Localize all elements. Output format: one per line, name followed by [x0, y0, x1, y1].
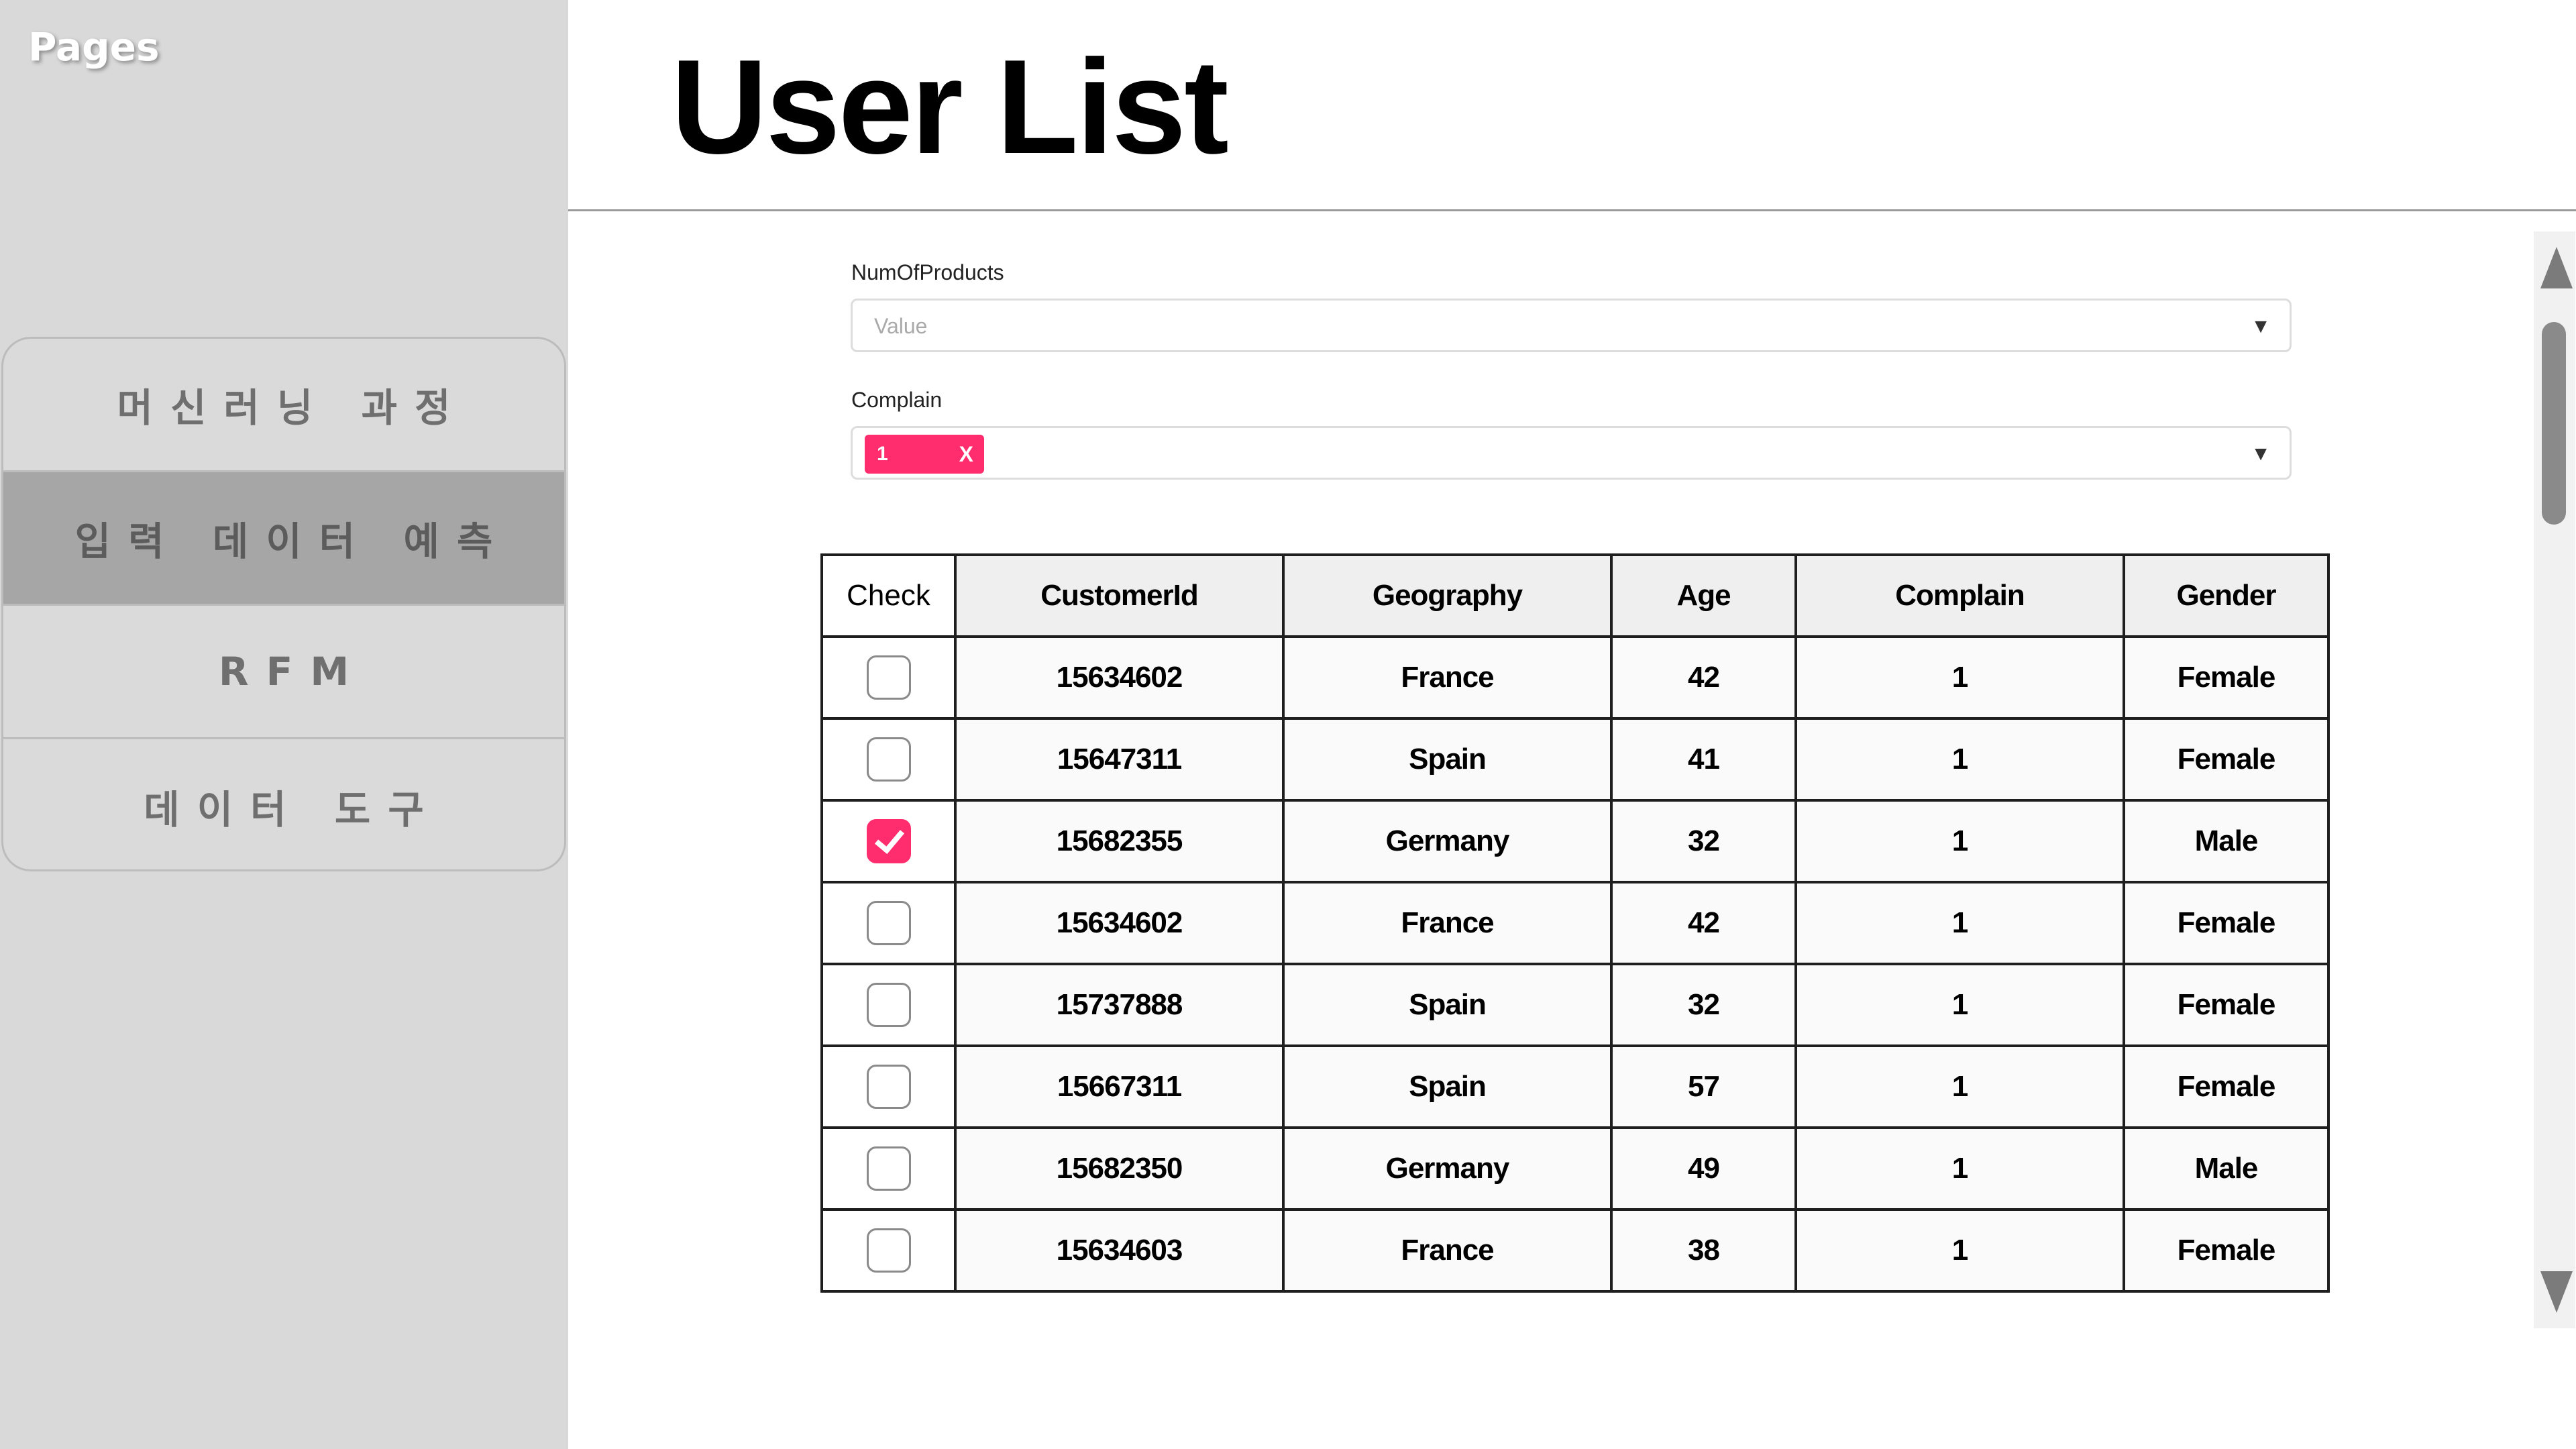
cell-check [820, 963, 957, 1047]
row-checkbox[interactable] [866, 983, 911, 1027]
cell-age: 49 [1610, 1126, 1797, 1211]
num-of-products-placeholder: Value [874, 314, 928, 338]
cell-geography: France [1282, 635, 1613, 720]
cell-age: 38 [1610, 1208, 1797, 1293]
cell-geography: Spain [1282, 963, 1613, 1047]
cell-customer-id: 15667311 [954, 1044, 1285, 1129]
cell-geography: Spain [1282, 717, 1613, 802]
sidebar-item-data-tools[interactable]: 데이터 도구 [3, 739, 564, 869]
table-row: 15647311 Spain 41 1 Female [820, 717, 2330, 802]
row-checkbox[interactable] [866, 1065, 911, 1109]
cell-age: 42 [1610, 881, 1797, 965]
row-checkbox[interactable] [866, 901, 911, 945]
user-table: Check CustomerId Geography Age Complain … [820, 553, 2330, 1293]
table-header-row: Check CustomerId Geography Age Complain … [820, 553, 2330, 638]
cell-gender: Female [2123, 963, 2330, 1047]
cell-check [820, 1208, 957, 1293]
table-row: 15737888 Spain 32 1 Female [820, 963, 2330, 1047]
sidebar-item-ml-process[interactable]: 머신러닝 과정 [3, 339, 564, 472]
row-checkbox[interactable] [866, 655, 911, 700]
column-header-gender: Gender [2123, 553, 2330, 638]
cell-age: 42 [1610, 635, 1797, 720]
column-header-age: Age [1610, 553, 1797, 638]
complain-chip-value: 1 [877, 443, 888, 465]
scroll-up-icon[interactable] [2540, 247, 2573, 288]
cell-customer-id: 15737888 [954, 963, 1285, 1047]
cell-age: 32 [1610, 963, 1797, 1047]
chevron-down-icon[interactable]: ▼ [2251, 443, 2271, 466]
num-of-products-label: NumOfProducts [851, 260, 1004, 284]
cell-check [820, 717, 957, 802]
cell-complain: 1 [1794, 717, 2125, 802]
cell-customer-id: 15682350 [954, 1126, 1285, 1211]
cell-gender: Male [2123, 1126, 2330, 1211]
cell-complain: 1 [1794, 1044, 2125, 1129]
cell-gender: Female [2123, 717, 2330, 802]
table-row: 15634603 France 38 1 Female [820, 1208, 2330, 1293]
cell-geography: France [1282, 1208, 1613, 1293]
cell-check [820, 1126, 957, 1211]
cell-geography: Spain [1282, 1044, 1613, 1129]
row-checkbox[interactable] [866, 1228, 911, 1273]
cell-geography: Germany [1282, 1126, 1613, 1211]
cell-complain: 1 [1794, 635, 2125, 720]
scroll-down-icon[interactable] [2540, 1271, 2573, 1313]
cell-age: 32 [1610, 799, 1797, 883]
cell-check [820, 799, 957, 883]
cell-complain: 1 [1794, 1208, 2125, 1293]
cell-check [820, 635, 957, 720]
table-row: 15667311 Spain 57 1 Female [820, 1044, 2330, 1129]
sidebar: Pages 머신러닝 과정 입력 데이터 예측 RFM 데이터 도구 [0, 0, 568, 1449]
cell-customer-id: 15634602 [954, 635, 1285, 720]
complain-chip: 1 X [865, 435, 984, 474]
cell-gender: Female [2123, 881, 2330, 965]
sidebar-nav: 머신러닝 과정 입력 데이터 예측 RFM 데이터 도구 [1, 337, 566, 871]
cell-complain: 1 [1794, 963, 2125, 1047]
cell-customer-id: 15647311 [954, 717, 1285, 802]
cell-age: 41 [1610, 717, 1797, 802]
num-of-products-select[interactable]: Value ▼ [851, 299, 2292, 352]
column-header-customer-id: CustomerId [954, 553, 1285, 638]
sidebar-item-input-prediction[interactable]: 입력 데이터 예측 [3, 472, 564, 606]
sidebar-item-rfm[interactable]: RFM [3, 606, 564, 739]
chip-remove-icon[interactable]: X [959, 442, 973, 467]
cell-geography: France [1282, 881, 1613, 965]
column-header-geography: Geography [1282, 553, 1613, 638]
row-checkbox[interactable] [866, 1146, 911, 1191]
column-header-check: Check [820, 553, 957, 638]
chevron-down-icon[interactable]: ▼ [2251, 315, 2271, 338]
row-checkbox[interactable] [866, 737, 911, 782]
row-checkbox[interactable] [866, 819, 911, 863]
cell-complain: 1 [1794, 799, 2125, 883]
cell-complain: 1 [1794, 881, 2125, 965]
page-title: User List [671, 32, 1229, 182]
cell-check [820, 881, 957, 965]
scrollbar-thumb[interactable] [2542, 322, 2566, 525]
complain-select[interactable]: 1 X ▼ [851, 426, 2292, 480]
cell-complain: 1 [1794, 1126, 2125, 1211]
cell-geography: Germany [1282, 799, 1613, 883]
cell-gender: Female [2123, 1208, 2330, 1293]
table-row: 15634602 France 42 1 Female [820, 635, 2330, 720]
cell-customer-id: 15634603 [954, 1208, 1285, 1293]
cell-customer-id: 15682355 [954, 799, 1285, 883]
table-row: 15682355 Germany 32 1 Male [820, 799, 2330, 883]
cell-age: 57 [1610, 1044, 1797, 1129]
cell-gender: Female [2123, 1044, 2330, 1129]
complain-label: Complain [851, 388, 943, 412]
table-body: 15634602 France 42 1 Female 15647311 Spain 41 1 F… [820, 635, 2330, 1293]
header-divider [568, 209, 2576, 211]
cell-gender: Female [2123, 635, 2330, 720]
cell-gender: Male [2123, 799, 2330, 883]
cell-customer-id: 15634602 [954, 881, 1285, 965]
table-row: 15634602 France 42 1 Female [820, 881, 2330, 965]
sidebar-title: Pages [28, 24, 160, 70]
column-header-complain: Complain [1794, 553, 2125, 638]
cell-check [820, 1044, 957, 1129]
table-row: 15682350 Germany 49 1 Male [820, 1126, 2330, 1211]
